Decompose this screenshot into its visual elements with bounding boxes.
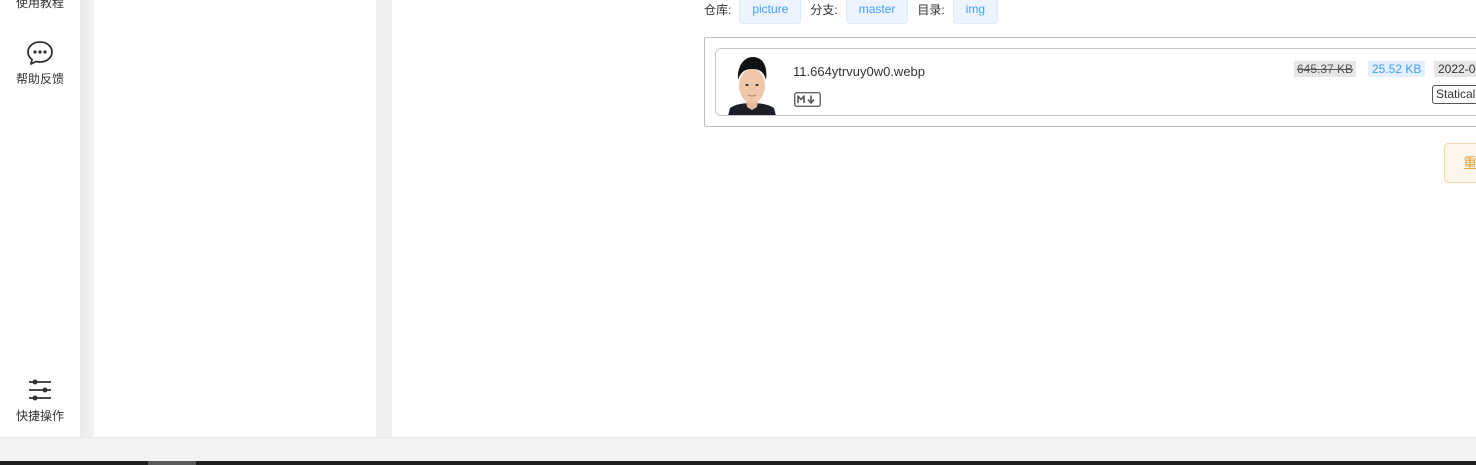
main-content: 仓库: picture 分支: master 目录: img 11.664ytr…	[392, 0, 1476, 437]
chat-bubble-icon	[27, 41, 53, 65]
sliders-icon	[29, 379, 51, 401]
portrait-image	[726, 52, 778, 115]
markdown-copy-icon[interactable]	[794, 92, 821, 107]
nav-quick-actions[interactable]: 快捷操作	[0, 377, 80, 424]
nav-tutorial[interactable]: 使用教程	[0, 0, 80, 11]
nav-quick-label: 快捷操作	[15, 409, 64, 423]
nav-tutorial-label: 使用教程	[15, 0, 64, 10]
branch-label: 分支:	[810, 3, 838, 17]
reset-button[interactable]: 重	[1444, 143, 1476, 183]
secondary-panel	[94, 0, 376, 437]
taskbar-active-item[interactable]	[148, 461, 196, 465]
file-card[interactable]: 11.664ytrvuy0w0.webp 645.37 KB 25.52 KB …	[715, 48, 1476, 116]
image-thumbnail[interactable]	[726, 52, 778, 115]
compressed-size: 25.52 KB	[1368, 61, 1426, 77]
taskbar	[0, 461, 1476, 465]
dir-tag[interactable]: img	[952, 0, 999, 24]
repo-label: 仓库:	[704, 3, 732, 17]
upload-target-info: 仓库: picture 分支: master 目录: img	[704, 0, 1007, 24]
panel-gap	[376, 0, 392, 437]
nav-help-label: 帮助反馈	[15, 72, 64, 86]
nav-divider	[80, 0, 94, 437]
nav-help-feedback[interactable]: 帮助反馈	[0, 40, 80, 87]
side-nav: 使用教程 帮助反馈 快捷操作	[0, 0, 80, 437]
file-name: 11.664ytrvuy0w0.webp	[793, 64, 926, 79]
upload-list: 11.664ytrvuy0w0.webp 645.37 KB 25.52 KB …	[704, 37, 1476, 127]
upload-date: 2022-0	[1434, 61, 1476, 77]
repo-tag[interactable]: picture	[739, 0, 802, 24]
status-strip	[0, 437, 1476, 461]
statical-badge[interactable]: Statical	[1432, 85, 1476, 104]
branch-tag[interactable]: master	[845, 0, 909, 24]
original-size: 645.37 KB	[1294, 61, 1357, 77]
dir-label: 目录:	[917, 3, 945, 17]
